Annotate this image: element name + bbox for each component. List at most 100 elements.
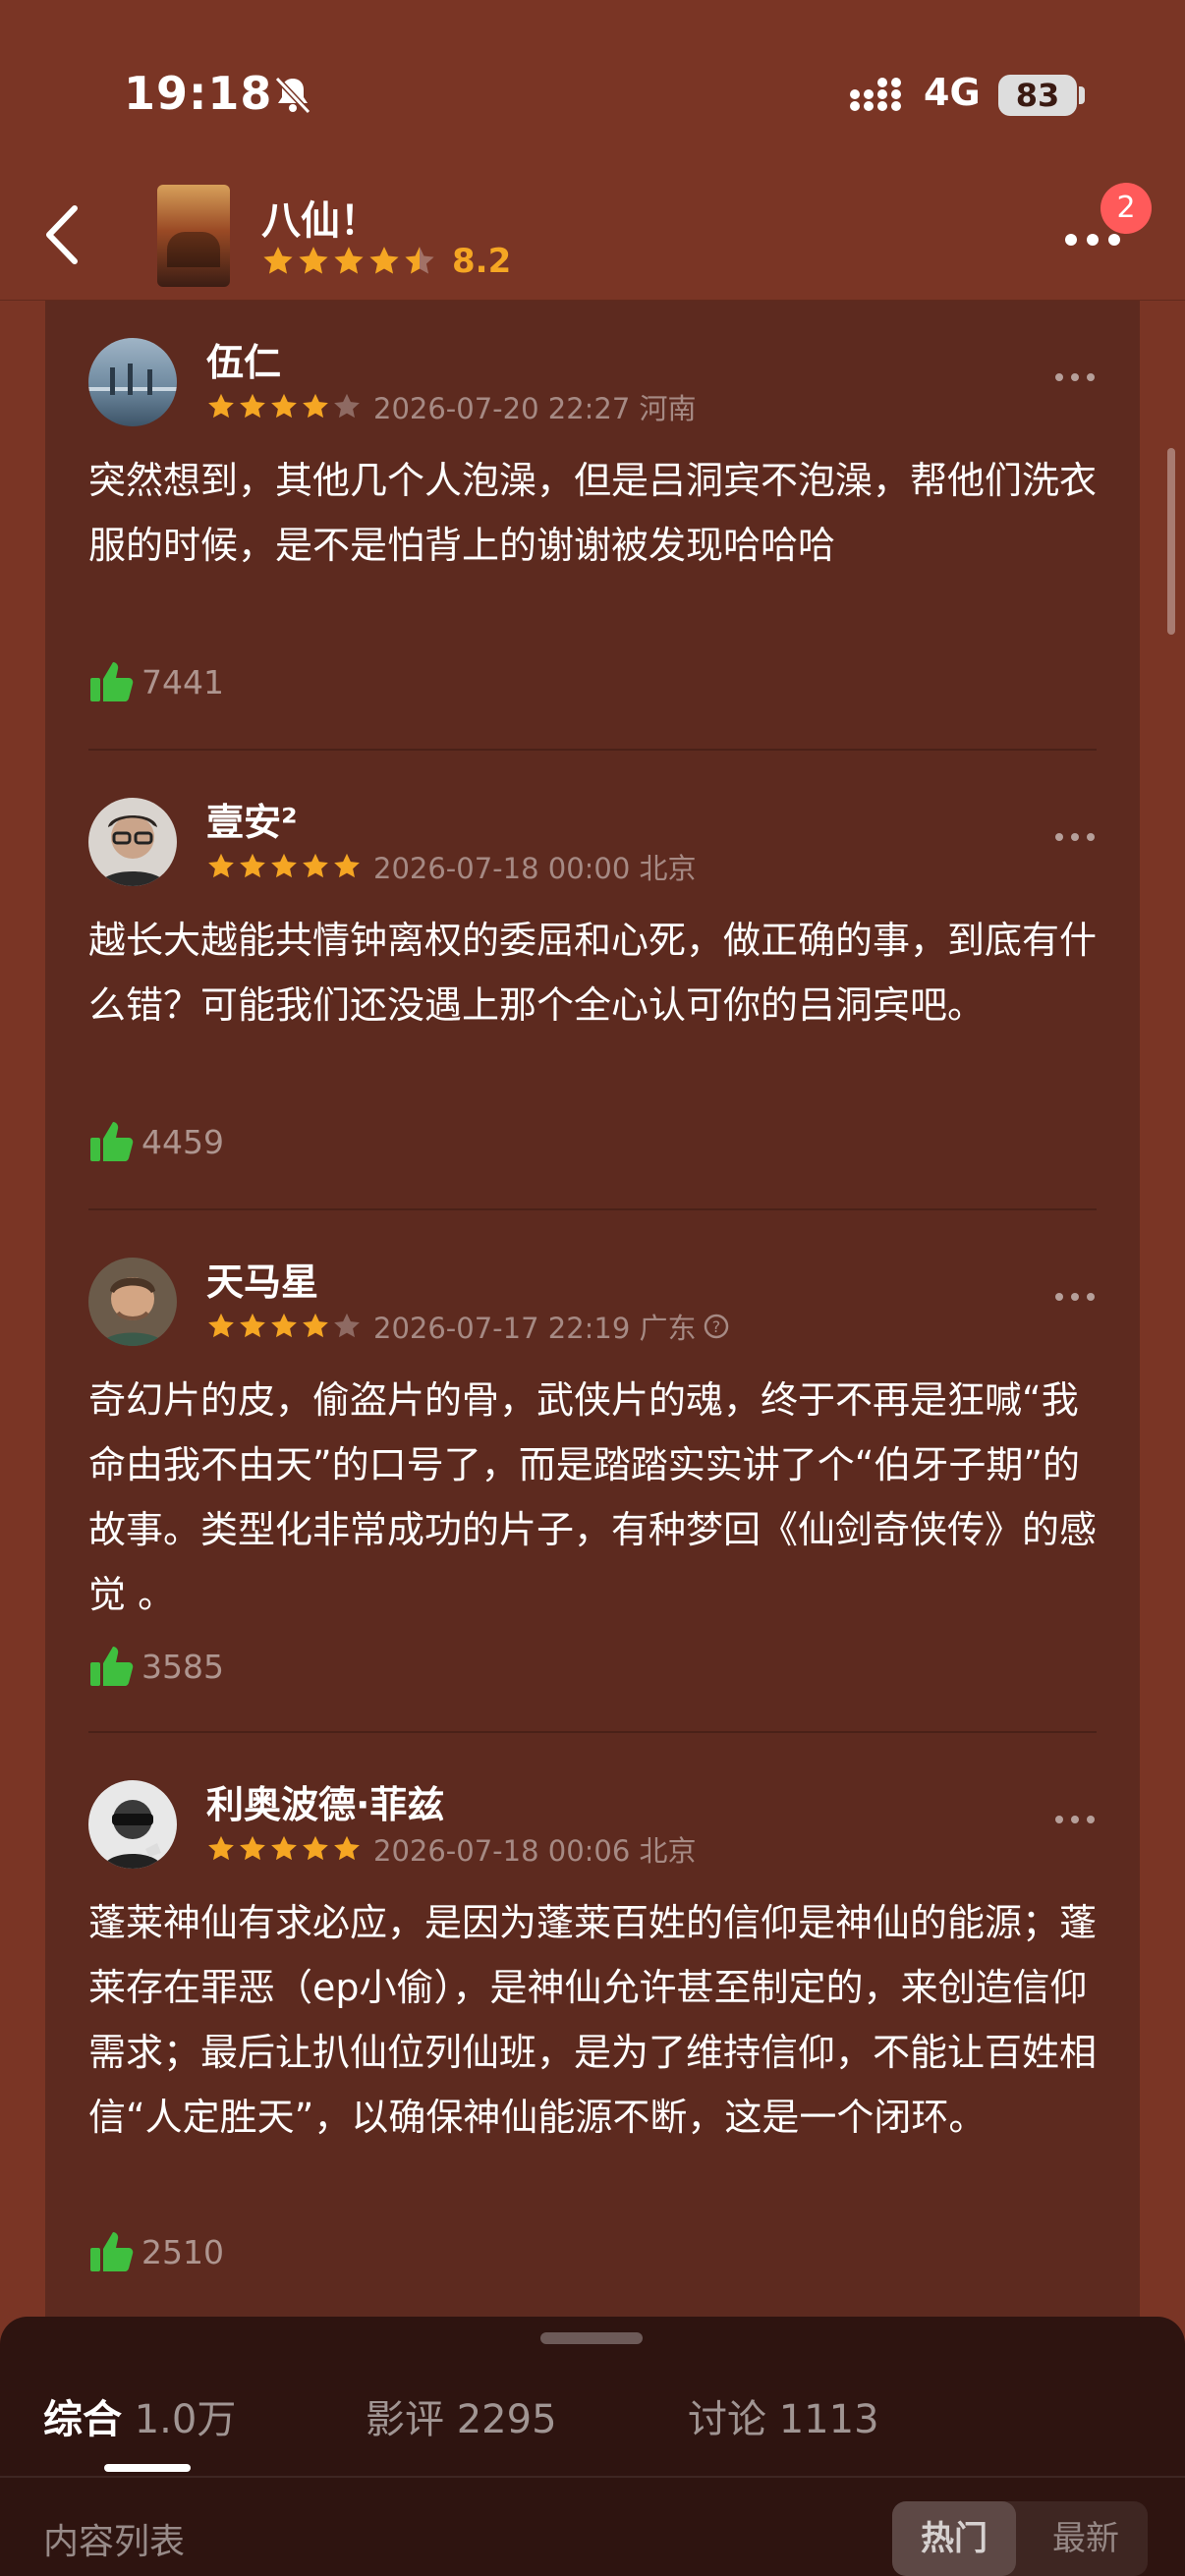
tab-label: 讨论 — [688, 2397, 766, 2442]
avatar[interactable] — [88, 338, 177, 426]
tab-label: 综合 — [43, 2397, 122, 2442]
like-button[interactable]: 4459 — [88, 1118, 224, 1165]
rating-stars — [261, 245, 436, 278]
battery-indicator: 83 — [998, 75, 1077, 116]
status-bar: 19:18 4G 83 — [0, 0, 1185, 187]
tab-count: 1113 — [778, 2397, 879, 2442]
review-username[interactable]: 利奥波德·菲兹 — [206, 1774, 444, 1828]
sort-toggle: 热门 最新 — [892, 2501, 1148, 2576]
movie-title[interactable]: 八仙！ — [261, 189, 379, 246]
signal-icon — [850, 78, 901, 111]
bell-muted-icon — [274, 76, 311, 115]
star-icon — [271, 1313, 297, 1338]
star-icon — [271, 853, 297, 878]
review-text: 越长大越能共情钟离权的委屈和心死，做正确的事，到底有什么错？可能我们还没遇上那个… — [88, 919, 1098, 1027]
tab-active-indicator — [104, 2464, 191, 2472]
star-icon — [369, 247, 399, 274]
tab-count: 2295 — [456, 2397, 557, 2442]
review-text: 蓬莱神仙有求必应，是因为蓬莱百姓的信仰是神仙的能源；蓬莱存在罪恶（ep小偷），是… — [88, 1901, 1098, 2139]
review-meta: 2026-07-18 00:06 北京 — [206, 1831, 697, 1868]
review-divider — [88, 1208, 1097, 1210]
more-dots-icon[interactable] — [1053, 1812, 1097, 1827]
review-meta: 2026-07-20 22:27 河南 — [206, 389, 697, 425]
status-time: 19:18 — [124, 67, 273, 120]
star-icon — [263, 247, 293, 274]
star-icon — [208, 1313, 234, 1338]
movie-header: 八仙！ 8.2 2 — [0, 177, 1185, 301]
review-username[interactable]: 天马星 — [206, 1252, 318, 1306]
thumbs-up-icon — [90, 1647, 134, 1686]
more-dots-icon[interactable] — [1053, 1289, 1097, 1305]
star-icon — [208, 1835, 234, 1861]
review-stars — [206, 1312, 362, 1341]
like-count: 7441 — [141, 662, 224, 701]
star-icon — [271, 393, 297, 419]
sort-hot-button[interactable]: 热门 — [892, 2501, 1016, 2576]
reviews-card: 伍仁 2026-07-20 22:27 河南 突然想到，其他几个人泡澡，但是吕洞… — [45, 301, 1140, 2364]
svg-text:?: ? — [711, 1317, 720, 1336]
avatar[interactable] — [88, 1258, 177, 1346]
tab-count: 1.0万 — [134, 2397, 237, 2442]
star-icon — [334, 1835, 360, 1861]
review-stars — [206, 392, 362, 421]
chevron-left-icon[interactable] — [39, 200, 88, 269]
review-divider — [88, 749, 1097, 751]
section-label: 内容列表 — [43, 2522, 186, 2562]
thumbs-up-icon — [90, 2232, 134, 2271]
star-icon — [303, 1313, 328, 1338]
review-date-location: 2026-07-20 22:27 河南 — [373, 392, 697, 425]
review-divider — [88, 1731, 1097, 1733]
star-icon — [240, 1313, 265, 1338]
like-count: 4459 — [141, 1122, 224, 1161]
battery-tip — [1079, 86, 1085, 104]
like-count: 2510 — [141, 2232, 224, 2271]
star-icon — [405, 247, 434, 274]
avatar[interactable] — [88, 798, 177, 886]
star-icon — [208, 853, 234, 878]
tab-overall[interactable]: 综合 1.0万 — [43, 2387, 236, 2444]
avatar[interactable] — [88, 1780, 177, 1869]
star-icon — [334, 853, 360, 878]
help-circle-icon[interactable]: ? — [703, 1313, 730, 1340]
review-date-location: 2026-07-18 00:06 北京 — [373, 1834, 697, 1868]
sort-new-button[interactable]: 最新 — [1024, 2501, 1148, 2576]
star-icon — [303, 1835, 328, 1861]
star-icon — [240, 1835, 265, 1861]
star-icon — [303, 853, 328, 878]
review-meta: 2026-07-18 00:00 北京 — [206, 849, 697, 885]
movie-rating: 8.2 — [261, 242, 511, 281]
network-type: 4G — [924, 71, 981, 114]
star-icon — [271, 1835, 297, 1861]
review-date-location: 2026-07-18 00:00 北京 — [373, 852, 697, 885]
star-icon — [334, 1313, 360, 1338]
star-icon — [208, 393, 234, 419]
star-icon — [299, 247, 328, 274]
scrollbar[interactable] — [1167, 448, 1175, 635]
tab-reviews[interactable]: 影评 2295 — [366, 2387, 557, 2444]
more-dots-icon[interactable] — [1053, 829, 1097, 845]
star-icon — [240, 393, 265, 419]
bottom-sheet: 综合 1.0万 影评 2295 讨论 1113 内容列表 热门 最新 — [0, 2317, 1185, 2576]
rating-score: 8.2 — [452, 242, 512, 281]
star-icon — [334, 393, 360, 419]
star-icon — [334, 247, 364, 274]
like-button[interactable]: 3585 — [88, 1643, 224, 1690]
movie-poster[interactable] — [157, 185, 230, 287]
review-username[interactable]: 壹安² — [206, 792, 298, 846]
review-text: 突然想到，其他几个人泡澡，但是吕洞宾不泡澡，帮他们洗衣服的时候，是不是怕背上的谢… — [88, 459, 1098, 567]
tab-label: 影评 — [366, 2397, 444, 2442]
sheet-divider — [0, 2476, 1185, 2478]
review-stars — [206, 852, 362, 881]
like-button[interactable]: 2510 — [88, 2228, 224, 2275]
drag-handle[interactable] — [540, 2332, 643, 2344]
like-button[interactable]: 7441 — [88, 658, 224, 705]
notification-badge: 2 — [1100, 183, 1152, 234]
thumbs-up-icon — [90, 1122, 134, 1161]
tab-discussion[interactable]: 讨论 1113 — [688, 2387, 879, 2444]
star-icon — [240, 853, 265, 878]
review-stars — [206, 1834, 362, 1864]
review-text: 奇幻片的皮，偷盗片的骨，武侠片的魂，终于不再是狂喊“我命由我不由天”的口号了，而… — [88, 1378, 1098, 1616]
review-date-location: 2026-07-17 22:19 广东 — [373, 1312, 697, 1345]
more-dots-icon[interactable] — [1053, 369, 1097, 385]
review-username[interactable]: 伍仁 — [206, 332, 281, 386]
